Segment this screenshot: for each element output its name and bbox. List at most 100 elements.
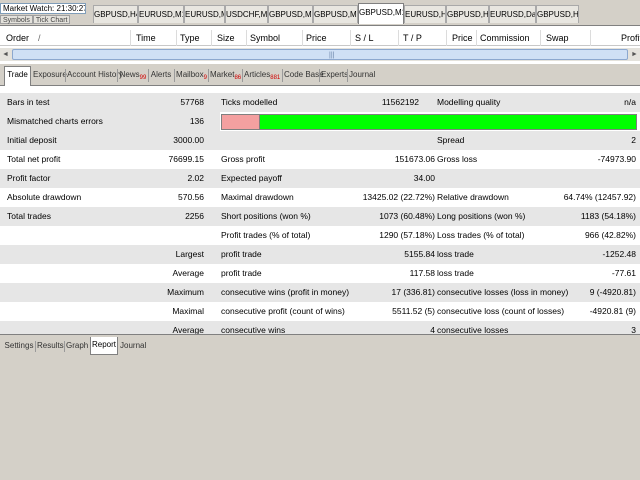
profit-trades-value: 1290 (57.18%): [379, 230, 435, 240]
column-divider: [446, 30, 447, 46]
report-row: Maximal consecutive profit (count of win…: [0, 302, 640, 321]
chart-tab[interactable]: GBPUSD,M1: [313, 5, 358, 23]
tab-settings[interactable]: Settings: [4, 338, 34, 354]
maximal-drawdown-label: Maximal drawdown: [221, 192, 294, 202]
report-row: Absolute drawdown 570.56 Maximal drawdow…: [0, 188, 640, 207]
tester-bottom-panel: [0, 334, 640, 480]
report-row: Total trades 2256 Short positions (won %…: [0, 207, 640, 226]
column-divider: [302, 30, 303, 46]
scroll-left-icon[interactable]: ◄: [0, 49, 11, 60]
total-net-profit-value: 76699.15: [168, 154, 204, 164]
total-trades-label: Total trades: [7, 211, 51, 221]
long-positions-value: 1183 (54.18%): [580, 211, 636, 221]
market-watch-tab-symbols[interactable]: Symbols: [0, 15, 33, 24]
short-positions-value: 1073 (60.48%): [379, 211, 435, 221]
tab-exposure[interactable]: Exposure: [33, 67, 67, 84]
modelling-quality-bar: [221, 114, 637, 130]
gross-loss-label: Gross loss: [437, 154, 478, 164]
max-consecutive-wins-value: 17 (336.81): [391, 287, 435, 297]
gross-profit-value: 151673.06: [394, 154, 435, 164]
column-divider: [176, 30, 177, 46]
max-consecutive-wins-label: consecutive wins (profit in money): [221, 287, 350, 297]
column-divider: [590, 30, 591, 46]
short-positions-label: Short positions (won %): [221, 211, 311, 221]
tab-label: Market: [210, 70, 235, 79]
market-badge: 86: [234, 75, 242, 81]
absolute-drawdown-label: Absolute drawdown: [7, 192, 82, 202]
tab-label: Exposure: [33, 70, 67, 79]
column-divider: [476, 30, 477, 46]
tab-news[interactable]: News99: [119, 67, 147, 84]
market-watch-title: Market Watch: 21:30:27: [0, 3, 86, 14]
tab-mailbox[interactable]: Mailbox9: [176, 67, 207, 84]
total-net-profit-label: Total net profit: [7, 154, 61, 164]
col-size[interactable]: Size: [217, 33, 235, 43]
chart-tab[interactable]: GBPUSD,M30: [268, 5, 313, 23]
tab-articles[interactable]: Articles881: [244, 67, 280, 84]
col-take-profit[interactable]: T / P: [403, 33, 422, 43]
tab-label: News: [119, 70, 140, 79]
col-time[interactable]: Time: [136, 33, 156, 43]
market-watch-tab-tick-chart[interactable]: Tick Chart: [32, 15, 71, 24]
tab-alerts[interactable]: Alerts: [150, 67, 172, 84]
relative-drawdown-value: 64.74% (12457.92): [563, 192, 636, 202]
scroll-right-icon[interactable]: ►: [629, 49, 640, 60]
tab-code-base[interactable]: Code Base: [284, 67, 324, 84]
col-stop-loss[interactable]: S / L: [355, 33, 374, 43]
initial-deposit-value: 3000.00: [173, 135, 204, 145]
chart-tab[interactable]: GBPUSD,H1: [446, 5, 489, 23]
gross-loss-value: -74973.90: [597, 154, 636, 164]
col-type[interactable]: Type: [180, 33, 200, 43]
tab-label: Account History: [67, 70, 124, 79]
tab-experts[interactable]: Experts: [321, 67, 348, 84]
col-commission[interactable]: Commission: [480, 33, 530, 43]
report-row: Largest profit trade 5155.84 loss trade …: [0, 245, 640, 264]
tab-report[interactable]: Report: [90, 337, 118, 355]
gross-profit-label: Gross profit: [221, 154, 265, 164]
average-loss-value: -77.61: [611, 268, 636, 278]
tab-results[interactable]: Results: [37, 338, 64, 354]
col-price-current[interactable]: Price: [452, 33, 473, 43]
expected-payoff-value: 34.00: [413, 173, 435, 183]
chart-tab[interactable]: GBPUSD,H1: [536, 5, 579, 23]
col-profit[interactable]: Profit: [621, 33, 640, 43]
average-profit-value: 117.58: [409, 268, 435, 278]
long-positions-label: Long positions (won %): [437, 211, 526, 221]
tab-trade[interactable]: Trade: [4, 66, 31, 86]
mismatched-errors-label: Mismatched charts errors: [7, 116, 103, 126]
expected-payoff-label: Expected payoff: [221, 173, 282, 183]
col-order[interactable]: Order: [6, 33, 29, 43]
largest-profit-value: 5155.84: [404, 249, 435, 259]
largest-label: Largest: [175, 249, 204, 259]
column-divider: [350, 30, 351, 46]
largest-loss-label: loss trade: [437, 249, 474, 259]
average-loss-label: loss trade: [437, 268, 474, 278]
spread-label: Spread: [437, 135, 465, 145]
tab-journal[interactable]: Journal: [349, 67, 375, 84]
tab-divider: [117, 69, 118, 82]
quality-bar-red-segment: [222, 115, 259, 129]
tab-journal-tester[interactable]: Journal: [120, 338, 146, 354]
chart-tab[interactable]: USDCHF,M1: [225, 5, 268, 23]
chart-tab[interactable]: EURUSD,H4: [404, 5, 446, 23]
loss-trades-value: 966 (42.82%): [584, 230, 636, 240]
scrollbar-thumb[interactable]: |||: [12, 49, 628, 60]
col-price[interactable]: Price: [306, 33, 327, 43]
horizontal-scrollbar[interactable]: ◄ ||| ►: [0, 48, 640, 61]
chart-tab[interactable]: EURUSD,M1: [184, 5, 225, 23]
mailbox-badge: 9: [203, 75, 207, 81]
col-symbol[interactable]: Symbol: [250, 33, 280, 43]
tab-market[interactable]: Market86: [210, 67, 242, 84]
modelling-quality-value: n/a: [624, 97, 636, 107]
maximal-drawdown-value: 13425.02 (22.72%): [362, 192, 435, 202]
spread-value: 2: [631, 135, 636, 145]
chart-tab-active[interactable]: GBPUSD,M1: [358, 3, 404, 24]
tab-graph[interactable]: Graph: [66, 338, 88, 354]
tab-account-history[interactable]: Account History: [67, 67, 123, 84]
chart-tab[interactable]: EURUSD,M15: [138, 5, 184, 23]
chart-tab[interactable]: EURUSD,Daily: [489, 5, 536, 23]
articles-badge: 881: [270, 75, 281, 81]
col-swap[interactable]: Swap: [546, 33, 569, 43]
column-divider: [540, 30, 541, 46]
chart-tab[interactable]: GBPUSD,H4: [93, 5, 138, 23]
